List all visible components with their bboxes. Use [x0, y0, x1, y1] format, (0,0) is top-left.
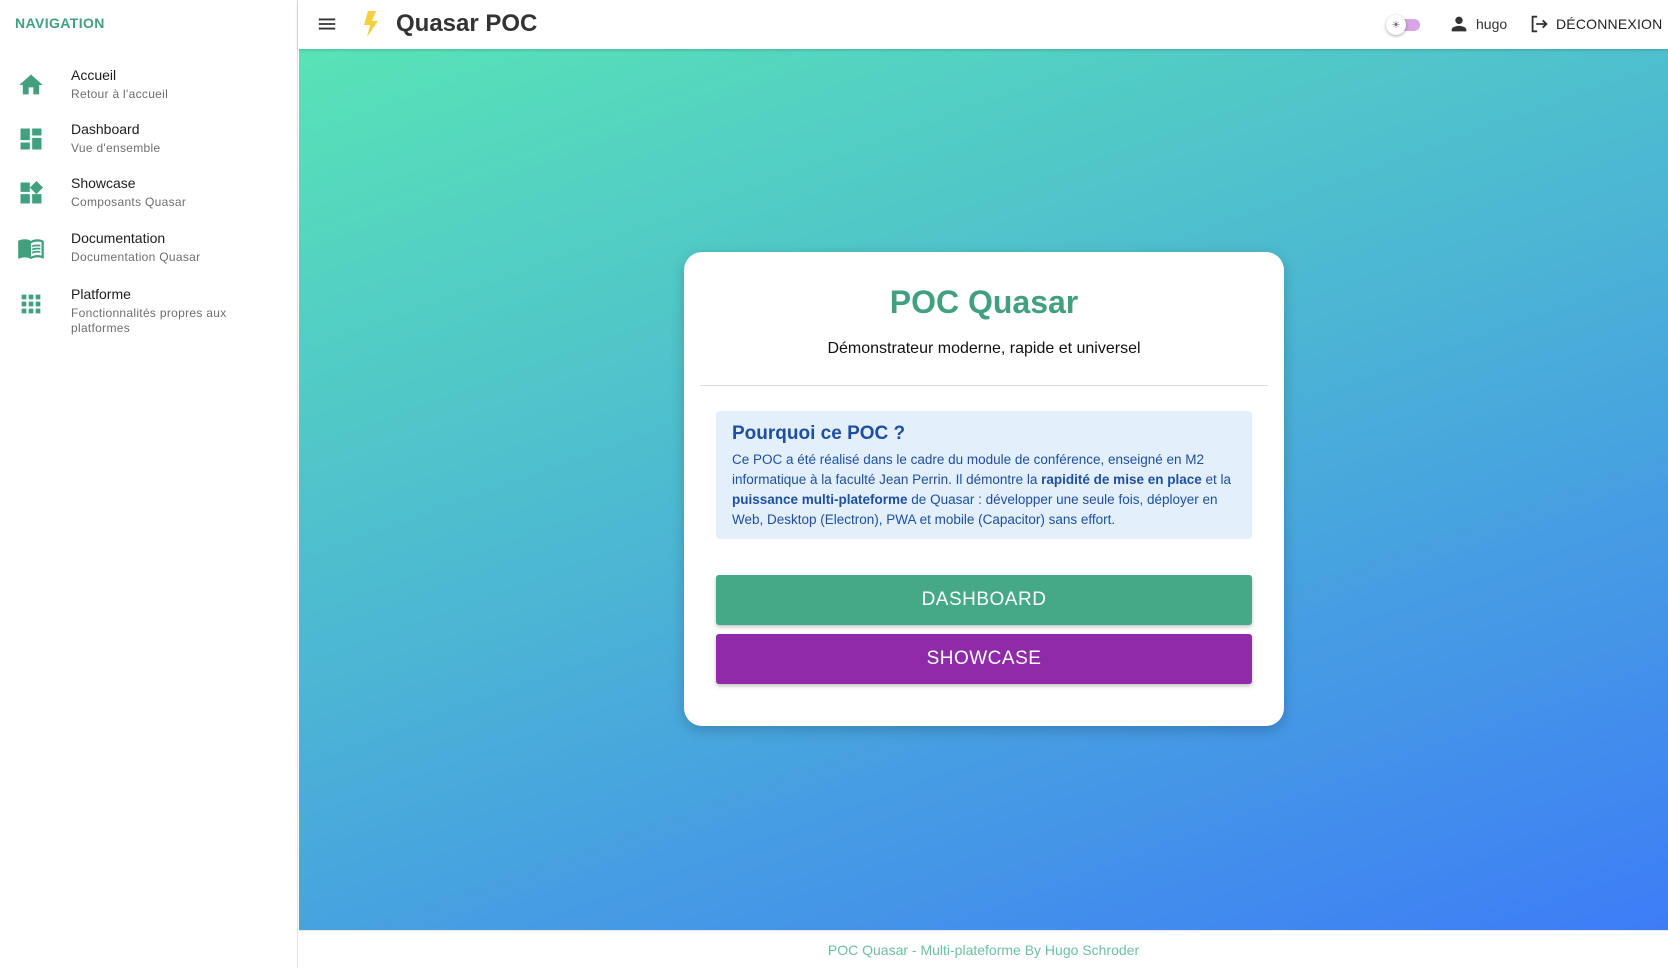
- app-root: NAVIGATION Accueil Retour à l'accueil Da…: [0, 0, 1668, 968]
- sidebar-item-label: Accueil: [71, 67, 117, 83]
- sidebar-item-documentation[interactable]: Documentation Documentation Quasar: [0, 222, 297, 276]
- sidebar: NAVIGATION Accueil Retour à l'accueil Da…: [0, 0, 298, 968]
- footer-text: POC Quasar - Multi-plateforme By Hugo Sc…: [827, 942, 1140, 958]
- logout-icon: [1531, 15, 1548, 33]
- info-bold-text: puissance multi-plateforme: [732, 492, 908, 507]
- person-icon: [1451, 16, 1467, 32]
- info-text: Ce POC a été réalisé dans le cadre du mo…: [732, 450, 1236, 530]
- home-icon: [16, 70, 46, 100]
- sidebar-item-label: Documentation: [71, 230, 166, 246]
- main-content: POC Quasar Démonstrateur moderne, rapide…: [299, 49, 1668, 930]
- info-text-part: et la: [1201, 472, 1232, 487]
- sidebar-item-label: Platforme: [71, 286, 131, 302]
- lightning-bolt-icon: [364, 11, 378, 37]
- sidebar-item-dashboard[interactable]: Dashboard Vue d'ensemble: [0, 113, 297, 167]
- user-menu[interactable]: hugo: [1448, 12, 1507, 36]
- sidebar-item-caption: Documentation Quasar: [71, 250, 201, 264]
- info-title: Pourquoi ce POC ?: [732, 423, 906, 444]
- logout-label: DÉCONNEXION: [1556, 16, 1663, 32]
- logout-button[interactable]: DÉCONNEXION: [1528, 12, 1662, 36]
- hamburger-icon: [318, 18, 336, 30]
- sidebar-item-caption: Fonctionnalités propres aux platformes: [71, 306, 227, 335]
- card-subtitle: Démonstrateur moderne, rapide et univers…: [827, 340, 1141, 357]
- sidebar-item-caption: Vue d'ensemble: [71, 141, 161, 155]
- sidebar-heading: NAVIGATION: [15, 15, 105, 31]
- welcome-card: POC Quasar Démonstrateur moderne, rapide…: [684, 252, 1284, 726]
- theme-toggle[interactable]: ☀: [1386, 15, 1420, 35]
- info-bold-text: rapidité de mise en place: [1041, 472, 1202, 487]
- dashboard-button[interactable]: DASHBOARD: [716, 575, 1252, 625]
- sidebar-item-showcase[interactable]: Showcase Composants Quasar: [0, 167, 297, 221]
- divider: [700, 385, 1268, 386]
- info-banner: Pourquoi ce POC ? Ce POC a été réalisé d…: [716, 411, 1252, 539]
- sidebar-item-platforme[interactable]: Platforme Fonctionnalités propres aux pl…: [0, 278, 297, 342]
- sidebar-item-caption: Composants Quasar: [71, 195, 187, 209]
- dashboard-icon: [16, 124, 46, 154]
- widgets-icon: [16, 178, 46, 208]
- sidebar-item-accueil[interactable]: Accueil Retour à l'accueil: [0, 59, 297, 113]
- username: hugo: [1476, 16, 1508, 32]
- showcase-button[interactable]: SHOWCASE: [716, 634, 1252, 684]
- sidebar-item-label: Showcase: [71, 175, 136, 191]
- top-bar: Quasar POC ☀ hugo DÉCONNEXION: [298, 0, 1668, 49]
- app-title: Quasar POC: [396, 10, 538, 37]
- book-icon: [16, 233, 46, 263]
- sidebar-item-label: Dashboard: [71, 121, 140, 137]
- apps-grid-icon: [16, 289, 46, 319]
- footer: POC Quasar - Multi-plateforme By Hugo Sc…: [299, 930, 1668, 968]
- card-title: POC Quasar: [889, 284, 1079, 320]
- sidebar-item-caption: Retour à l'accueil: [71, 87, 169, 101]
- menu-toggle-button[interactable]: [314, 11, 340, 37]
- sun-icon: ☀: [1386, 15, 1406, 35]
